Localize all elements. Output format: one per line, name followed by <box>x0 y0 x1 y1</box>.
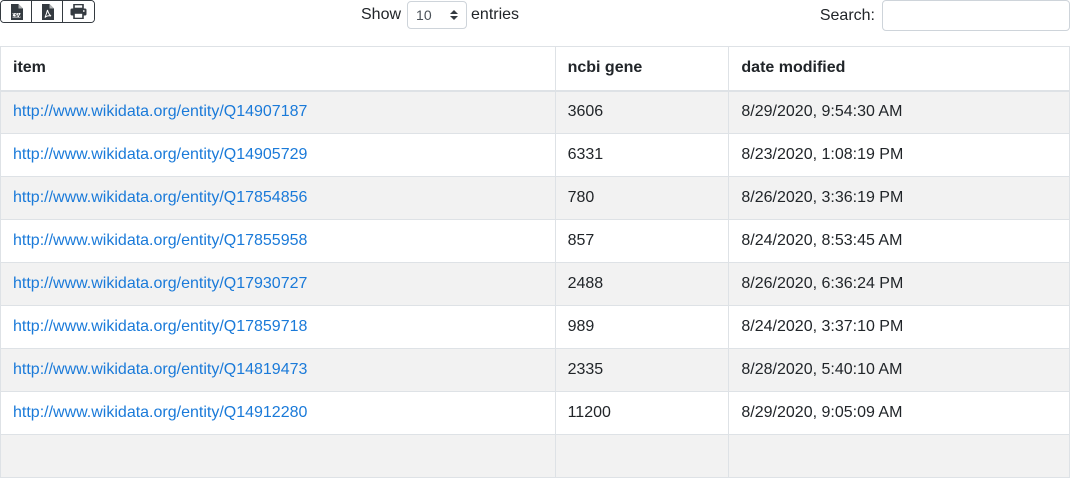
item-cell: http://www.wikidata.org/entity/Q14907187 <box>0 90 556 134</box>
column-header-date-modified[interactable]: date modified <box>728 46 1070 92</box>
item-link[interactable]: http://www.wikidata.org/entity/Q14907187 <box>13 103 307 120</box>
table-row: http://www.wikidata.org/entity/Q14905729… <box>0 133 1070 177</box>
column-header-ncbi-gene[interactable]: ncbi gene <box>554 46 730 92</box>
item-cell: http://www.wikidata.org/entity/Q14912280 <box>0 391 556 435</box>
export-pdf-button[interactable] <box>32 1 63 22</box>
table-row: http://www.wikidata.org/entity/Q17859718… <box>0 305 1070 349</box>
item-link[interactable]: http://www.wikidata.org/entity/Q17855958 <box>13 232 307 249</box>
item-cell: http://www.wikidata.org/entity/Q17855958 <box>0 219 556 263</box>
item-link[interactable]: http://www.wikidata.org/entity/Q17854856 <box>13 189 307 206</box>
pdf-file-icon <box>41 3 54 20</box>
csv-file-icon: CSV <box>10 3 23 20</box>
item-cell: http://www.wikidata.org/entity/Q14905729 <box>0 133 556 177</box>
item-link[interactable]: http://www.wikidata.org/entity/Q17859718 <box>13 318 307 335</box>
search-input[interactable] <box>882 0 1070 31</box>
item-cell: http://www.wikidata.org/entity/Q17859718 <box>0 305 556 349</box>
ncbi-gene-cell: 989 <box>554 305 730 349</box>
print-button[interactable] <box>63 1 94 22</box>
item-link[interactable]: http://www.wikidata.org/entity/Q14905729 <box>13 146 307 163</box>
item-link[interactable]: http://www.wikidata.org/entity/Q14819473 <box>13 361 307 378</box>
show-label: Show <box>361 6 402 23</box>
svg-text:CSV: CSV <box>11 12 21 17</box>
select-arrows-icon <box>450 10 459 20</box>
entries-length-control: Show 10 entries <box>361 1 519 29</box>
entries-length-value: 10 <box>416 7 432 23</box>
table-row <box>0 434 1070 478</box>
ncbi-gene-cell: 2335 <box>554 348 730 392</box>
table-row: http://www.wikidata.org/entity/Q14912280… <box>0 391 1070 435</box>
entries-length-select[interactable]: 10 <box>407 1 468 29</box>
date-modified-cell: 8/29/2020, 9:05:09 AM <box>728 391 1070 435</box>
date-modified-cell: 8/24/2020, 8:53:45 AM <box>728 219 1070 263</box>
ncbi-gene-cell <box>554 434 730 478</box>
ncbi-gene-cell: 6331 <box>554 133 730 177</box>
search-control: Search: <box>820 0 1070 31</box>
table-row: http://www.wikidata.org/entity/Q14819473… <box>0 348 1070 392</box>
ncbi-gene-cell: 857 <box>554 219 730 263</box>
item-cell: http://www.wikidata.org/entity/Q14819473 <box>0 348 556 392</box>
table-controls: CSV Show 10 entries Search: <box>0 0 1070 45</box>
date-modified-cell: 8/29/2020, 9:54:30 AM <box>728 90 1070 134</box>
table-row: http://www.wikidata.org/entity/Q17930727… <box>0 262 1070 306</box>
item-link[interactable]: http://www.wikidata.org/entity/Q14912280 <box>13 404 307 421</box>
date-modified-cell: 8/26/2020, 6:36:24 PM <box>728 262 1070 306</box>
search-label: Search: <box>819 7 875 24</box>
print-icon <box>70 4 87 19</box>
ncbi-gene-cell: 3606 <box>554 90 730 134</box>
ncbi-gene-cell: 11200 <box>554 391 730 435</box>
table-row: http://www.wikidata.org/entity/Q17854856… <box>0 176 1070 220</box>
table-row: http://www.wikidata.org/entity/Q17855958… <box>0 219 1070 263</box>
table-row: http://www.wikidata.org/entity/Q14907187… <box>0 90 1070 134</box>
date-modified-cell: 8/23/2020, 1:08:19 PM <box>728 133 1070 177</box>
item-cell <box>0 434 556 478</box>
column-header-item[interactable]: item <box>0 46 556 92</box>
item-link[interactable]: http://www.wikidata.org/entity/Q17930727 <box>13 275 307 292</box>
date-modified-cell: 8/26/2020, 3:36:19 PM <box>728 176 1070 220</box>
table-header-row: item ncbi gene date modified <box>0 46 1070 92</box>
entries-label: entries <box>471 6 520 23</box>
date-modified-cell: 8/24/2020, 3:37:10 PM <box>728 305 1070 349</box>
item-cell: http://www.wikidata.org/entity/Q17854856 <box>0 176 556 220</box>
date-modified-cell <box>728 434 1070 478</box>
export-csv-button[interactable]: CSV <box>1 1 32 22</box>
data-table: item ncbi gene date modified http://www.… <box>0 46 1070 478</box>
date-modified-cell: 8/28/2020, 5:40:10 AM <box>728 348 1070 392</box>
item-cell: http://www.wikidata.org/entity/Q17930727 <box>0 262 556 306</box>
ncbi-gene-cell: 2488 <box>554 262 730 306</box>
export-button-group: CSV <box>0 0 95 23</box>
ncbi-gene-cell: 780 <box>554 176 730 220</box>
